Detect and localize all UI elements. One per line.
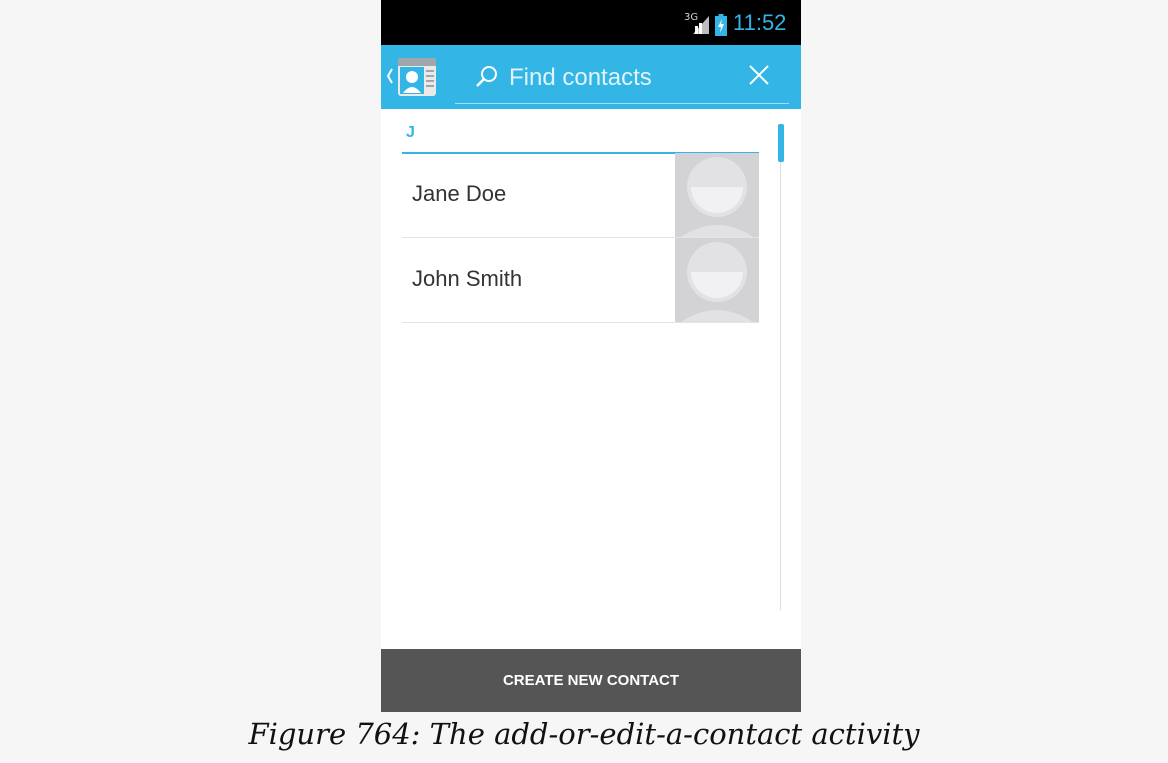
search-field[interactable]: [455, 53, 789, 104]
battery-charging-icon: [715, 14, 727, 36]
contact-name: Jane Doe: [412, 181, 507, 206]
create-new-contact-button[interactable]: CREATE NEW CONTACT: [381, 649, 801, 712]
contact-photo[interactable]: [675, 238, 759, 322]
contact-photo[interactable]: [675, 153, 759, 237]
default-avatar-icon: [681, 242, 753, 322]
section-header: J: [402, 120, 759, 154]
figure-caption: Figure 764: The add-or-edit-a-contact ac…: [248, 717, 920, 751]
signal-icon: [693, 16, 709, 34]
search-input[interactable]: [509, 59, 729, 97]
fastscroll-track[interactable]: [780, 150, 781, 610]
contact-row-jane-doe[interactable]: Jane Doe: [402, 153, 759, 238]
contacts-app-icon[interactable]: [397, 57, 437, 97]
fastscroll-thumb[interactable]: [778, 124, 784, 162]
section-letter: J: [406, 124, 415, 141]
contact-name: John Smith: [412, 266, 523, 291]
close-icon[interactable]: [747, 63, 771, 87]
action-bar: [381, 45, 801, 109]
status-bar: 3G 11:52: [381, 0, 801, 45]
default-avatar-icon: [681, 157, 753, 237]
phone-screen: 3G 11:52 Find contacts J Jane Doe John S…: [381, 0, 801, 712]
status-time: 11:52: [733, 10, 787, 35]
search-icon: [476, 66, 497, 87]
contact-row-john-smith[interactable]: John Smith: [402, 238, 759, 323]
chevron-left-icon[interactable]: [385, 65, 395, 87]
